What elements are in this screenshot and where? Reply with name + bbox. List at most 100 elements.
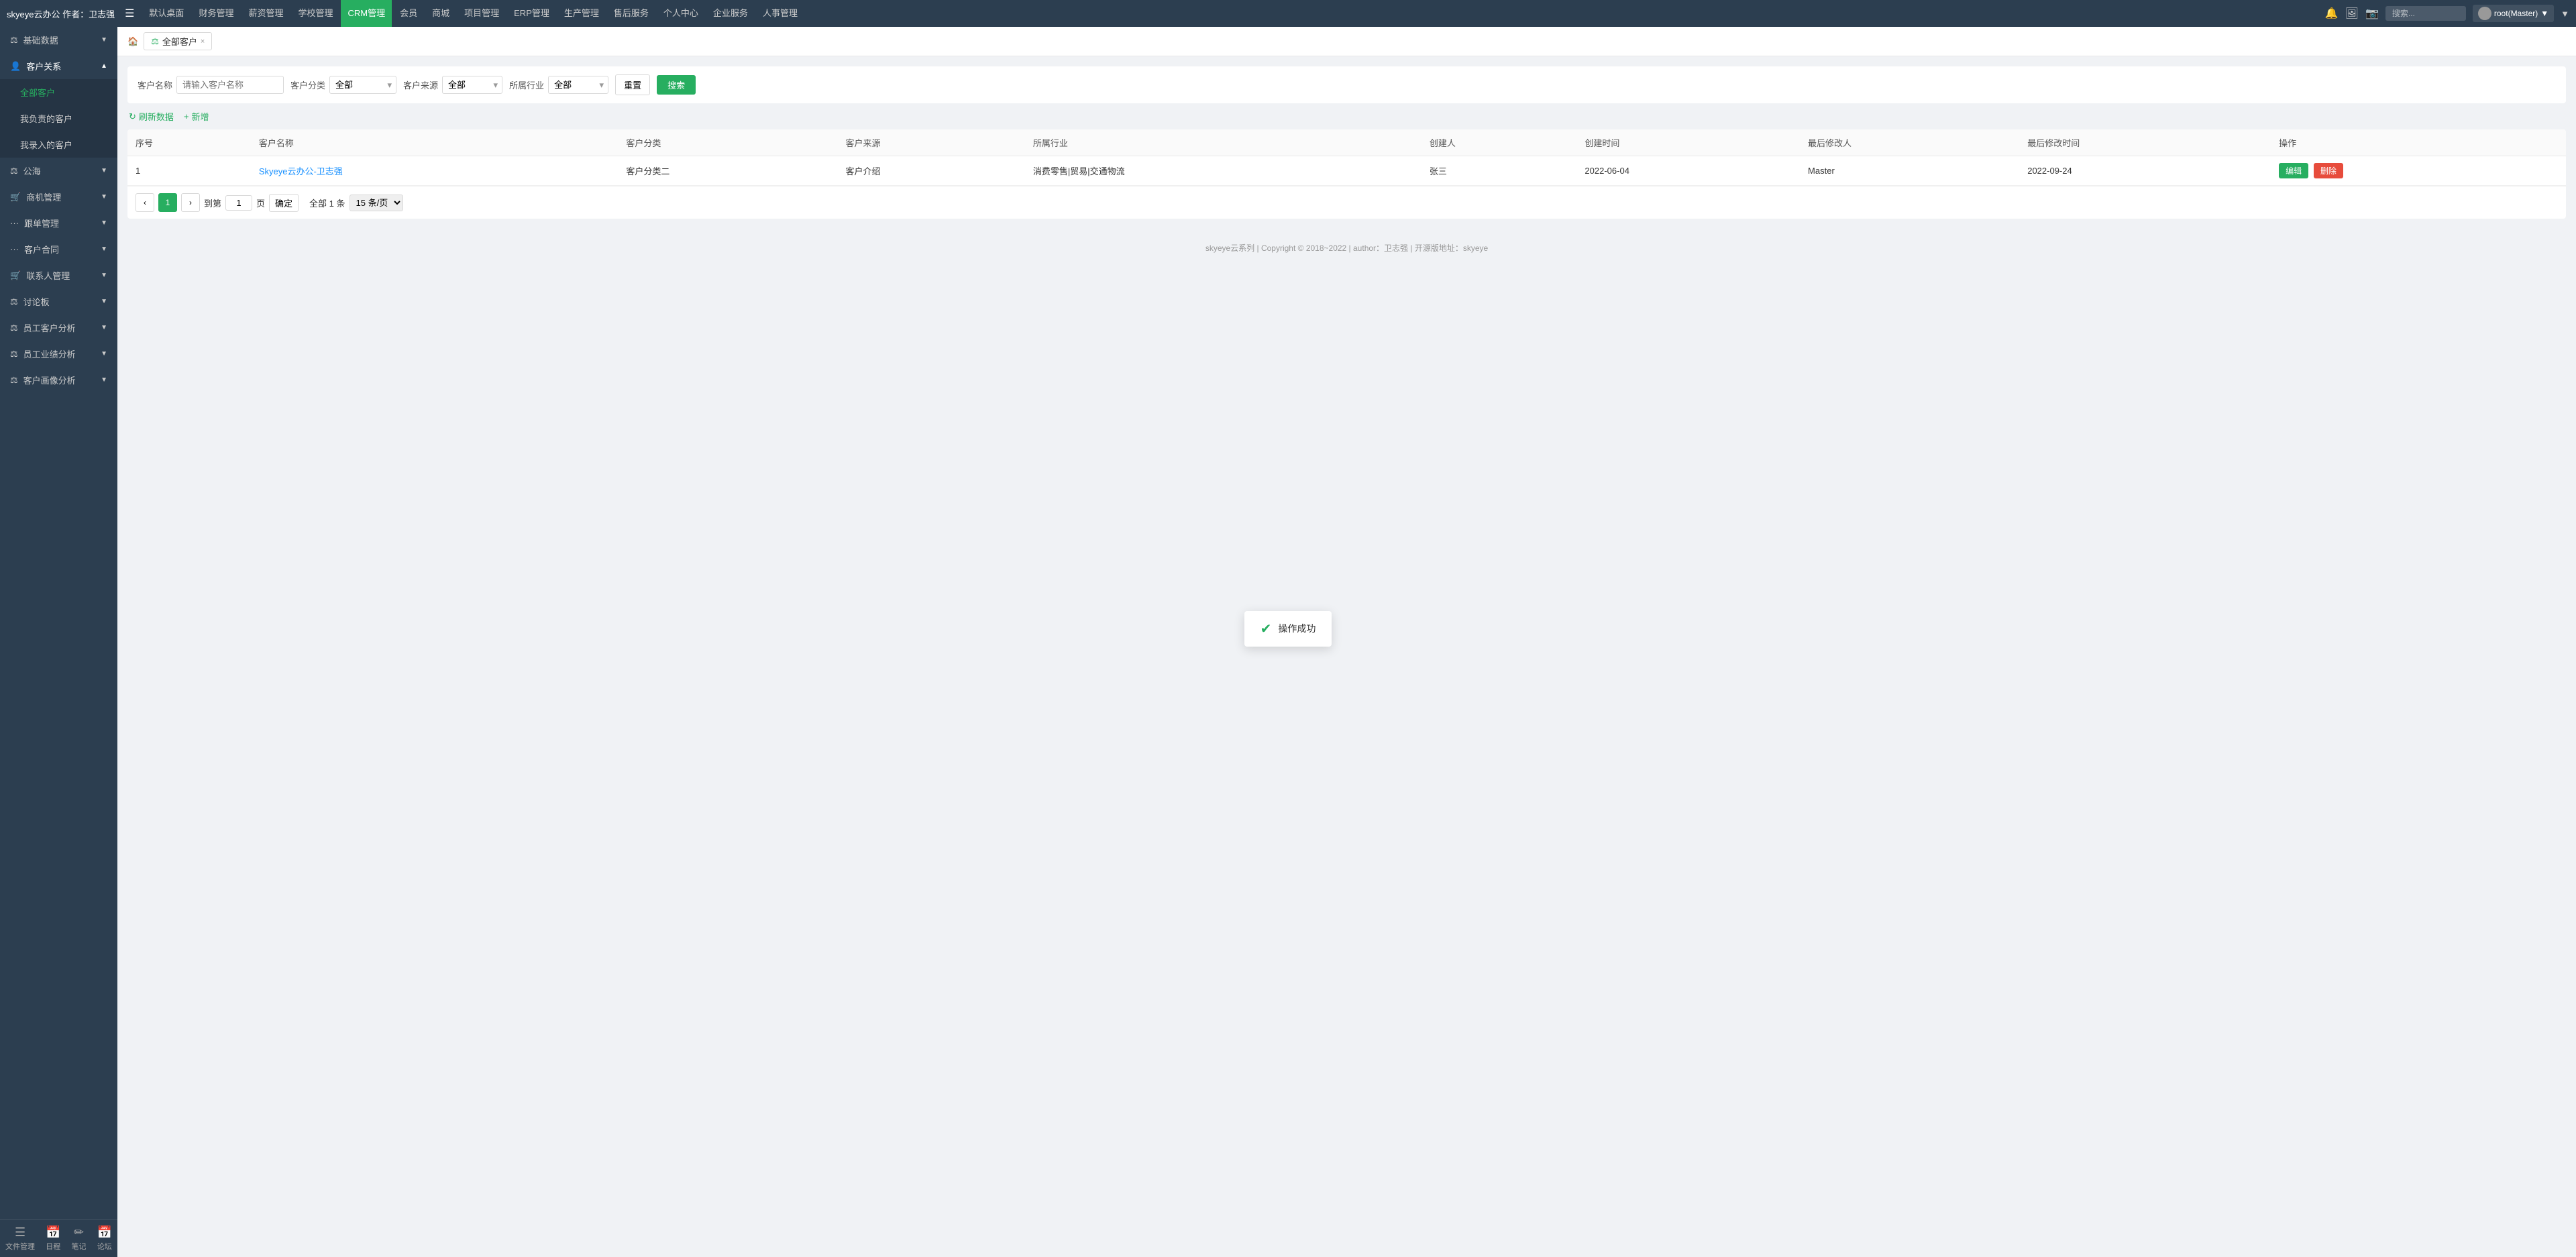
nav-item-3[interactable]: 学校管理	[291, 0, 339, 27]
sidebar-label: 公海	[23, 164, 41, 177]
sidebar-icon: 👤	[10, 61, 21, 72]
col-name: 客户名称	[251, 129, 619, 156]
menu-toggle-icon[interactable]: ☰	[125, 7, 134, 20]
subitem-label: 全部客户	[20, 86, 55, 99]
camera-icon[interactable]: 📷	[2365, 7, 2379, 20]
add-button[interactable]: + 新增	[184, 110, 209, 123]
sidebar-item-order-mgmt[interactable]: ··· 跟单管理 ▼	[0, 210, 117, 236]
close-tag-button[interactable]: ×	[201, 38, 205, 46]
nav-item-0[interactable]: 默认桌面	[142, 0, 191, 27]
main-layout: ⚖ 基础数据 ▼ 👤 客户关系 ▲ 全部客户我负责的客户我录入的客户 ⚖ 公海 …	[0, 27, 2576, 1257]
sidebar-item-staff-analysis[interactable]: ⚖ 员工客户分析 ▼	[0, 315, 117, 341]
sidebar-item-discussion[interactable]: ⚖ 讨论板 ▼	[0, 288, 117, 315]
filter-name-input[interactable]	[176, 76, 284, 94]
chevron-icon: ▼	[101, 298, 107, 305]
calendar-label: 日程	[46, 1241, 60, 1252]
notes-label: 笔记	[72, 1241, 87, 1252]
sidebar-subitem-all-customers[interactable]: 全部客户	[0, 79, 117, 105]
forum-button[interactable]: 📅 论坛	[97, 1225, 112, 1252]
sidebar-item-customer-relation[interactable]: 👤 客户关系 ▲	[0, 53, 117, 79]
sidebar-item-left: ··· 跟单管理	[10, 217, 59, 229]
page-1-button[interactable]: 1	[158, 193, 177, 212]
customer-table: 序号 客户名称 客户分类 客户来源 所属行业 创建人 创建时间 最后修改人 最后…	[127, 129, 2566, 219]
sidebar-label: 基础数据	[23, 34, 58, 46]
next-page-button[interactable]: ›	[181, 193, 200, 212]
filter-bar: 客户名称 客户分类 全部 客户分类一 客户分类二 客户来源	[127, 66, 2566, 103]
col-last-modify-time: 最后修改时间	[2019, 129, 2271, 156]
forum-icon: 📅	[97, 1225, 112, 1240]
user-menu-button[interactable]: root(Master) ▼	[2473, 5, 2554, 22]
filter-category-select-wrapper: 全部 客户分类一 客户分类二	[329, 76, 396, 94]
customer-name-link[interactable]: Skyeye云办公-卫志强	[259, 166, 343, 176]
notification-icon[interactable]: 🔔	[2325, 7, 2339, 20]
chevron-icon: ▼	[101, 193, 107, 201]
reset-button[interactable]: 重置	[615, 74, 650, 95]
home-icon[interactable]: 🏠	[127, 36, 138, 47]
sidebar-item-left: ⚖ 公海	[10, 164, 41, 177]
sidebar-icon: ⚖	[10, 166, 18, 176]
delete-button[interactable]: 删除	[2314, 163, 2343, 178]
prev-page-button[interactable]: ‹	[136, 193, 154, 212]
pagination: ‹ 1 › 到第 页 确定 全部 1 条 15 条/页 30 条/页 50 条/…	[127, 186, 2566, 219]
expand-icon[interactable]: ▼	[2561, 9, 2569, 19]
sidebar-item-basic-data[interactable]: ⚖ 基础数据 ▼	[0, 27, 117, 53]
nav-item-2[interactable]: 薪资管理	[241, 0, 290, 27]
chevron-icon: ▼	[101, 167, 107, 174]
sidebar-icon: ···	[10, 218, 19, 228]
filter-source-label: 客户来源	[403, 78, 438, 91]
sidebar-label: 客户合同	[24, 243, 59, 256]
sidebar-item-business-mgmt[interactable]: 🛒 商机管理 ▼	[0, 184, 117, 210]
chevron-icon: ▼	[101, 245, 107, 253]
file-icon: ☰	[15, 1225, 25, 1240]
filter-category-group: 客户分类 全部 客户分类一 客户分类二	[290, 76, 396, 94]
data-table: 序号 客户名称 客户分类 客户来源 所属行业 创建人 创建时间 最后修改人 最后…	[127, 129, 2566, 186]
nav-item-9[interactable]: 生产管理	[557, 0, 606, 27]
chevron-icon: ▲	[101, 62, 107, 70]
page-unit: 页	[256, 197, 265, 209]
image-icon[interactable]: 🖼	[2345, 7, 2359, 20]
edit-button[interactable]: 编辑	[2279, 163, 2308, 178]
nav-item-6[interactable]: 商城	[425, 0, 456, 27]
sidebar-item-industry-analysis[interactable]: ⚖ 员工业绩分析 ▼	[0, 341, 117, 367]
sidebar-subitem-my-records[interactable]: 我录入的客户	[0, 131, 117, 158]
goto-page-input[interactable]	[225, 195, 252, 211]
sidebar-item-public-sea[interactable]: ⚖ 公海 ▼	[0, 158, 117, 184]
chevron-icon: ▼	[101, 324, 107, 331]
sidebar-item-contact-mgmt[interactable]: 🛒 联系人管理 ▼	[0, 262, 117, 288]
search-button[interactable]: 搜索	[657, 75, 696, 95]
breadcrumb-bar: 🏠 ⚖ 全部客户 ×	[117, 27, 2576, 56]
file-mgmt-button[interactable]: ☰ 文件管理	[5, 1225, 35, 1252]
nav-item-13[interactable]: 人事管理	[756, 0, 804, 27]
nav-item-12[interactable]: 企业服务	[706, 0, 755, 27]
sidebar-subitem-my-customers[interactable]: 我负责的客户	[0, 105, 117, 131]
user-label: root(Master)	[2494, 9, 2538, 18]
sidebar-item-contract[interactable]: ··· 客户合同 ▼	[0, 236, 117, 262]
global-search-input[interactable]	[2385, 6, 2466, 21]
page-size-select[interactable]: 15 条/页 30 条/页 50 条/页	[350, 195, 403, 211]
nav-item-4[interactable]: CRM管理	[341, 0, 392, 27]
tag-icon: ⚖	[151, 36, 159, 47]
refresh-button[interactable]: ↻ 刷新数据	[129, 110, 174, 123]
filter-industry-select[interactable]: 全部 消费零售 贸易 交通物流	[548, 76, 608, 94]
notes-button[interactable]: ✏ 笔记	[72, 1225, 87, 1252]
nav-item-11[interactable]: 个人中心	[657, 0, 705, 27]
col-action: 操作	[2271, 129, 2566, 156]
goto-confirm-button[interactable]: 确定	[269, 194, 299, 212]
nav-item-10[interactable]: 售后服务	[607, 0, 655, 27]
nav-item-5[interactable]: 会员	[393, 0, 424, 27]
sidebar-item-customer-portrait[interactable]: ⚖ 客户画像分析 ▼	[0, 367, 117, 393]
sidebar-item-left: 👤 客户关系	[10, 60, 61, 72]
filter-category-select[interactable]: 全部 客户分类一 客户分类二	[329, 76, 396, 94]
calendar-button[interactable]: 📅 日程	[46, 1225, 60, 1252]
nav-item-8[interactable]: ERP管理	[507, 0, 556, 27]
table-row: 1 Skyeye云办公-卫志强 客户分类二 客户介绍 消费零售|贸易|交通物流 …	[127, 156, 2566, 186]
chevron-icon: ▼	[101, 350, 107, 358]
sidebar-item-left: ··· 客户合同	[10, 243, 59, 256]
sidebar: ⚖ 基础数据 ▼ 👤 客户关系 ▲ 全部客户我负责的客户我录入的客户 ⚖ 公海 …	[0, 27, 117, 1257]
cell-name: Skyeye云办公-卫志强	[251, 156, 619, 186]
nav-item-7[interactable]: 项目管理	[458, 0, 506, 27]
filter-source-group: 客户来源 全部 客户介绍 网络推广	[403, 76, 502, 94]
nav-item-1[interactable]: 财务管理	[192, 0, 240, 27]
col-create-time: 创建时间	[1576, 129, 1800, 156]
filter-source-select[interactable]: 全部 客户介绍 网络推广	[442, 76, 502, 94]
